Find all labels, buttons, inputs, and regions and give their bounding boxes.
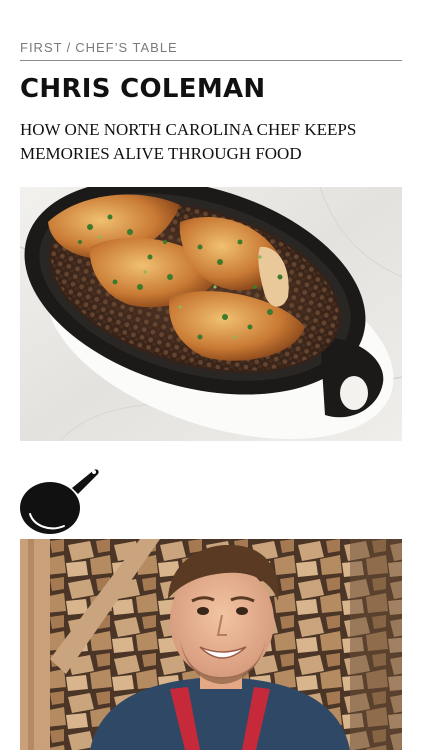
breadcrumb-separator: / [66,40,72,55]
header-divider [20,60,402,61]
article-title: CHRIS COLEMAN [20,74,266,104]
chef-portrait[interactable] [20,539,402,750]
hero-image[interactable] [20,187,402,441]
breadcrumb-column[interactable]: CHEF’S TABLE [75,40,178,55]
breadcrumb-section[interactable]: FIRST [20,40,63,55]
article-subtitle: HOW ONE NORTH CAROLINA CHEF KEEPS MEMORI… [20,120,357,163]
portrait-photo [20,539,402,750]
hero-photo [20,187,402,441]
breadcrumb: FIRST / CHEF’S TABLE [20,40,178,55]
skillet-icon [20,460,100,540]
